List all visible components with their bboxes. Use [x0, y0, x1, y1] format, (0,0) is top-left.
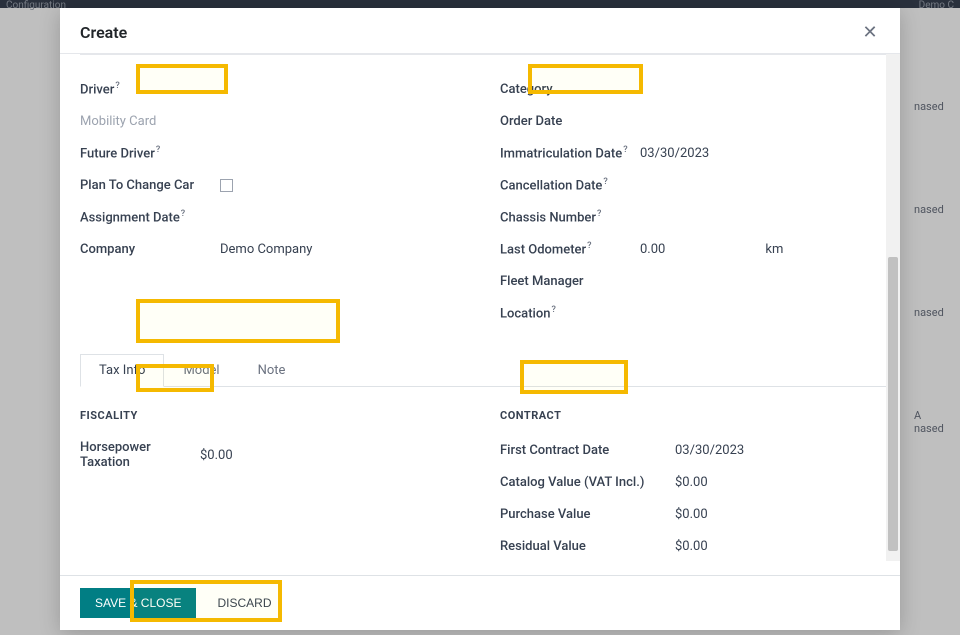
tab-note[interactable]: Note	[239, 354, 305, 387]
mobility-card-label: Mobility Card	[80, 114, 220, 129]
first-contract-label: First Contract Date	[500, 443, 655, 458]
first-contract-value[interactable]: 03/30/2023	[675, 443, 744, 458]
tab-model[interactable]: Model	[164, 354, 238, 387]
left-column: Driver? Mobility Card Future Driver? Pla…	[80, 79, 480, 335]
modal-body: Driver? Mobility Card Future Driver? Pla…	[60, 53, 900, 575]
tab-tax-info[interactable]: Tax Info	[80, 354, 164, 387]
contract-heading: CONTRACT	[500, 409, 900, 422]
catalog-value-label: Catalog Value (VAT Incl.)	[500, 475, 655, 490]
horsepower-value[interactable]: $0.00	[200, 448, 233, 463]
assignment-date-label: Assignment Date?	[80, 209, 220, 225]
save-close-button[interactable]: SAVE & CLOSE	[80, 588, 196, 618]
driver-label: Driver?	[80, 81, 220, 97]
fiscality-heading: FISCALITY	[80, 409, 480, 422]
purchase-value-label: Purchase Value	[500, 507, 655, 522]
modal-title: Create	[80, 23, 127, 42]
last-odometer-unit[interactable]: km	[765, 242, 783, 257]
immatriculation-value[interactable]: 03/30/2023	[640, 146, 709, 161]
residual-value-label: Residual Value	[500, 539, 655, 554]
right-column: Category Order Date Immatriculation Date…	[500, 79, 900, 335]
discard-button[interactable]: DISCARD	[202, 588, 286, 618]
scroll-thumb[interactable]	[888, 257, 898, 551]
company-value[interactable]: Demo Company	[220, 242, 312, 257]
fiscality-section: FISCALITY Horsepower Taxation $0.00	[80, 409, 480, 568]
purchase-value-amount[interactable]: $0.00	[675, 507, 708, 522]
order-date-label: Order Date	[500, 114, 640, 129]
future-driver-label: Future Driver?	[80, 145, 220, 161]
last-odometer-value[interactable]: 0.00	[640, 242, 665, 257]
close-icon[interactable]: ✕	[860, 22, 880, 43]
modal-header: Create ✕	[60, 8, 900, 53]
fleet-manager-label: Fleet Manager	[500, 274, 640, 289]
immatriculation-label: Immatriculation Date?	[500, 145, 640, 161]
contract-section: CONTRACT First Contract Date 03/30/2023 …	[500, 409, 900, 568]
last-odometer-label: Last Odometer?	[500, 241, 640, 257]
horsepower-label: Horsepower Taxation	[80, 440, 200, 470]
vertical-scrollbar[interactable]	[886, 54, 900, 561]
residual-value-amount[interactable]: $0.00	[675, 539, 708, 554]
modal-footer: SAVE & CLOSE DISCARD	[60, 575, 900, 630]
plan-to-change-checkbox[interactable]	[220, 179, 233, 192]
cancellation-date-label: Cancellation Date?	[500, 177, 640, 193]
category-label: Category	[500, 82, 640, 97]
tabs: Tax Info Model Note	[80, 353, 900, 387]
company-label: Company	[80, 242, 220, 257]
catalog-value-amount[interactable]: $0.00	[675, 475, 708, 490]
chassis-number-label: Chassis Number?	[500, 209, 640, 225]
create-modal: Create ✕ Driver? Mobility Card Future Dr…	[60, 8, 900, 630]
plan-to-change-label: Plan To Change Car	[80, 178, 220, 193]
location-label: Location?	[500, 305, 640, 321]
